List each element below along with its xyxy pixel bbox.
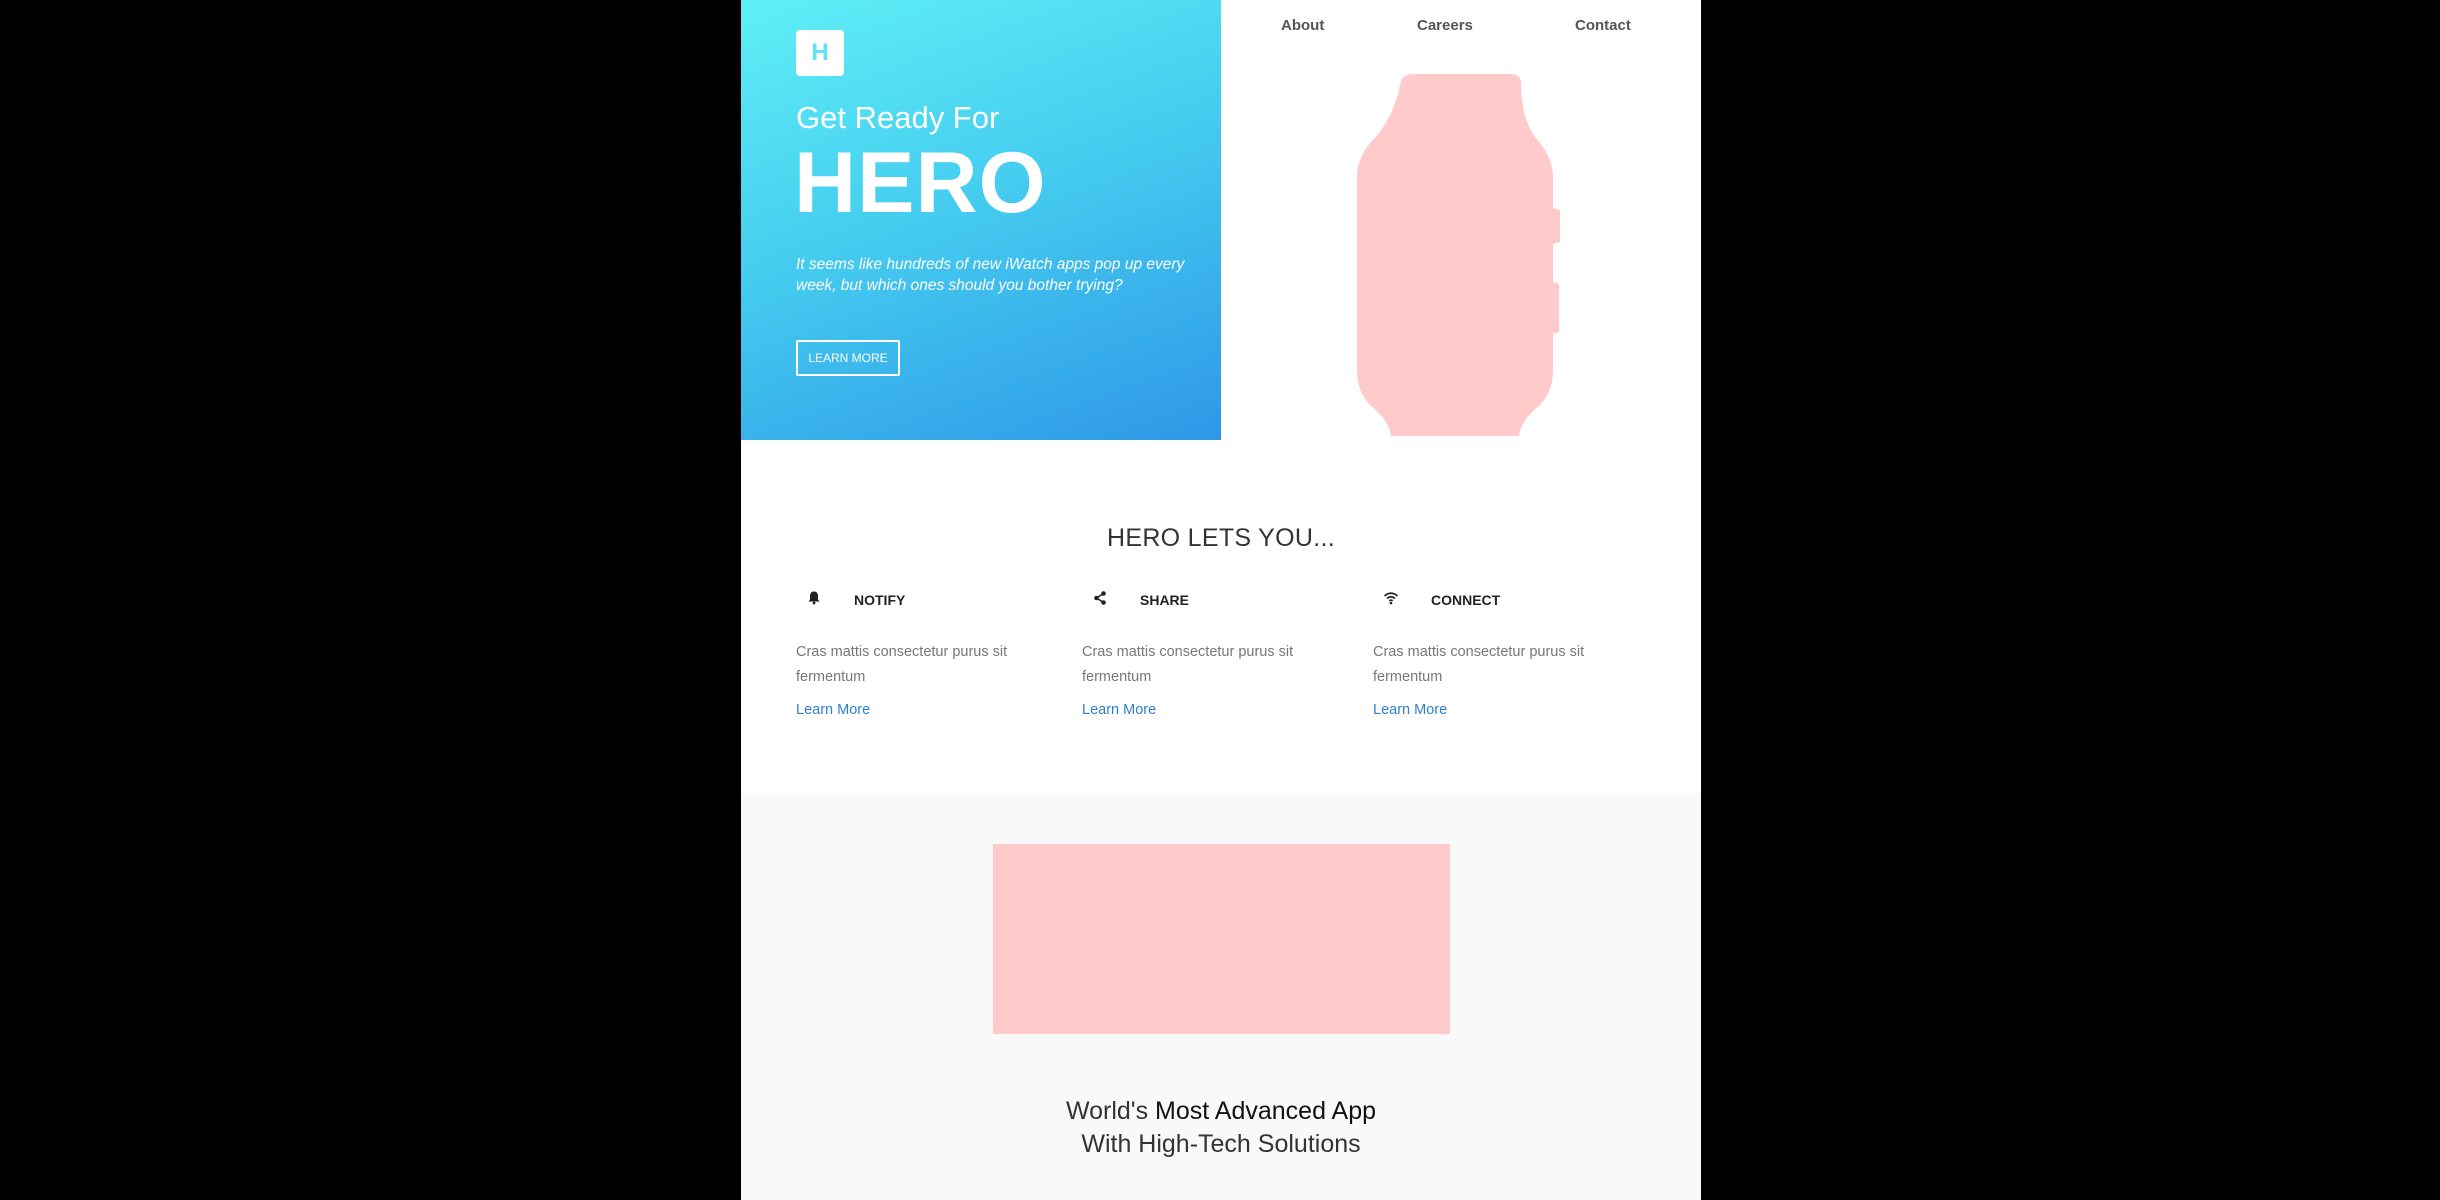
feature-description: Cras mattis consectetur purus sit fermen… [1082, 644, 1294, 685]
bell-icon [808, 591, 820, 605]
tagline-line2: With High-Tech Solutions [1081, 1130, 1361, 1158]
hero-description: It seems like hundreds of new iWatch app… [796, 256, 1185, 294]
showcase-section: World's Most Advanced App With High-Tech… [741, 793, 1701, 1200]
hero-panel: H Get Ready For HERO It seems like hundr… [741, 0, 1221, 440]
share-icon [1094, 591, 1106, 605]
landing-page: H Get Ready For HERO It seems like hundr… [741, 0, 1701, 1200]
learn-more-link[interactable]: Learn More [1373, 702, 1447, 718]
learn-more-button[interactable]: LEARN MORE [796, 340, 900, 376]
showcase-image-placeholder [993, 844, 1450, 1034]
logo[interactable]: H [796, 30, 844, 76]
hero-subtitle: Get Ready For [796, 100, 1000, 135]
feature-name: SHARE [1140, 592, 1190, 608]
nav-link-careers[interactable]: Careers [1417, 17, 1473, 34]
tagline-bold: Most Advanced App [1155, 1097, 1377, 1125]
feature-name: CONNECT [1431, 592, 1501, 608]
watch-image-placeholder [1357, 74, 1560, 436]
learn-more-link[interactable]: Learn More [1082, 702, 1156, 718]
features-title: HERO LETS YOU... [1106, 523, 1335, 552]
showcase-tagline: World's Most Advanced App With High-Tech… [741, 1095, 1701, 1161]
learn-more-link[interactable]: Learn More [796, 702, 870, 718]
feature-description: Cras mattis consectetur purus sit fermen… [1373, 644, 1585, 685]
wifi-icon [1383, 592, 1399, 605]
tagline-prefix: World's [1065, 1097, 1156, 1125]
nav-link-contact[interactable]: Contact [1575, 17, 1631, 34]
feature-name: NOTIFY [854, 592, 906, 608]
hero-title: HERO [794, 135, 1047, 231]
feature-description: Cras mattis consectetur purus sit fermen… [796, 644, 1008, 685]
logo-letter: H [811, 39, 829, 66]
nav-link-about[interactable]: About [1281, 17, 1324, 34]
